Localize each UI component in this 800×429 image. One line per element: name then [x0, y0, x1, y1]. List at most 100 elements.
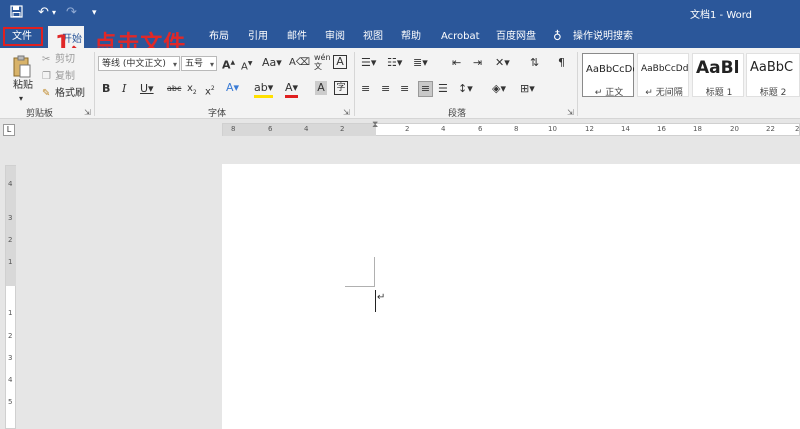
- tab-baidu[interactable]: 百度网盘: [496, 30, 536, 44]
- tab-layout[interactable]: 布局: [209, 30, 229, 44]
- file-tab-highlight: [3, 27, 43, 46]
- tab-selector[interactable]: L: [3, 124, 15, 136]
- character-border-icon[interactable]: A: [333, 55, 347, 69]
- align-center-icon[interactable]: ≡: [381, 82, 390, 96]
- increase-indent-icon[interactable]: ⇥: [473, 56, 482, 70]
- subscript-icon[interactable]: x2: [187, 82, 197, 100]
- enclose-characters-icon[interactable]: 字: [334, 81, 348, 95]
- bold-icon[interactable]: B: [102, 82, 110, 96]
- character-shading-icon[interactable]: A: [315, 81, 327, 95]
- paragraph-mark: ↵: [377, 292, 386, 303]
- document-title: 文档1 - Word: [690, 10, 753, 21]
- tab-help[interactable]: 帮助: [401, 30, 421, 44]
- ruler-tick: 14: [621, 125, 630, 133]
- vertical-ruler[interactable]: 4 3 2 1 1 2 3 4 5: [5, 165, 16, 429]
- format-painter-button[interactable]: 格式刷: [55, 88, 85, 100]
- font-color-icon[interactable]: A▾: [285, 81, 299, 98]
- paragraph-launcher-icon[interactable]: ⇲: [567, 108, 574, 117]
- style-normal[interactable]: AaBbCcDd ↵ 正文: [582, 53, 634, 98]
- font-size-value: 五号: [185, 59, 204, 69]
- copy-button[interactable]: 复制: [55, 71, 75, 83]
- tab-mailings[interactable]: 邮件: [287, 30, 307, 44]
- style-no-spacing[interactable]: AaBbCcDd ↵ 无间隔: [637, 53, 689, 98]
- change-case-icon[interactable]: Aa▾: [262, 56, 282, 70]
- paragraph-group-label: 段落: [448, 109, 467, 119]
- ruler-tick: 12: [585, 125, 594, 133]
- borders-icon[interactable]: ⊞▾: [520, 82, 535, 96]
- highlight-icon[interactable]: ab▾: [254, 81, 274, 98]
- line-spacing-icon[interactable]: ↕▾: [458, 82, 473, 96]
- align-left-icon[interactable]: ≡: [361, 82, 370, 96]
- ruler-tick: 2: [405, 125, 410, 133]
- clear-formatting-icon[interactable]: A⌫: [289, 56, 310, 70]
- margin-corner-mark: [345, 286, 375, 287]
- ruler-tick: 4: [304, 125, 309, 133]
- style-heading-1[interactable]: AaBl 标题 1: [692, 53, 744, 98]
- show-hide-marks-icon[interactable]: ¶: [558, 56, 565, 70]
- document-page[interactable]: [222, 164, 800, 429]
- tab-acrobat[interactable]: Acrobat: [441, 30, 480, 44]
- ruler-tick: 3: [8, 214, 13, 222]
- chinese-layout-icon[interactable]: ✕▾: [495, 56, 510, 70]
- ruler-tick: 10: [548, 125, 557, 133]
- ruler-tick: 4: [8, 180, 13, 188]
- justify-icon[interactable]: ≡: [418, 81, 433, 97]
- customize-quick-access-icon[interactable]: ▾: [92, 5, 97, 21]
- save-icon[interactable]: [10, 5, 23, 21]
- clipboard-launcher-icon[interactable]: ⇲: [84, 108, 91, 117]
- superscript-icon[interactable]: x2: [205, 82, 215, 99]
- tab-view[interactable]: 视图: [363, 30, 383, 44]
- cut-icon[interactable]: ✂: [42, 54, 50, 66]
- ruler-tick: 2: [340, 125, 345, 133]
- font-name-value: 等线 (中文正文): [102, 59, 166, 69]
- tab-review[interactable]: 审阅: [325, 30, 345, 44]
- font-name-combo[interactable]: 等线 (中文正文) ▾: [98, 56, 180, 71]
- redo-icon[interactable]: ↷: [66, 5, 77, 21]
- italic-icon[interactable]: I: [122, 82, 126, 96]
- multilevel-list-icon[interactable]: ≣▾: [413, 56, 428, 70]
- distributed-icon[interactable]: ☰: [438, 82, 448, 96]
- sort-icon[interactable]: ⇅: [530, 56, 539, 70]
- title-bar: ↶ ▾ ↷ ▾ 文档1 - Word: [0, 0, 800, 26]
- group-divider: [354, 52, 355, 116]
- underline-icon[interactable]: U▾: [140, 82, 154, 96]
- grow-font-icon[interactable]: A▲: [222, 56, 235, 73]
- cut-button[interactable]: 剪切: [55, 54, 75, 66]
- ruler-tick: 2: [8, 236, 13, 244]
- paste-dropdown-icon[interactable]: ▾: [19, 93, 23, 105]
- paste-button[interactable]: 粘贴: [13, 80, 33, 92]
- lightbulb-icon: ♁: [553, 29, 562, 43]
- font-size-combo[interactable]: 五号 ▾: [181, 56, 217, 71]
- strikethrough-icon[interactable]: abc: [167, 82, 181, 96]
- ruler-tick: 2: [8, 332, 13, 340]
- align-right-icon[interactable]: ≡: [400, 82, 409, 96]
- copy-icon[interactable]: ❐: [42, 71, 51, 83]
- bullets-icon[interactable]: ☰▾: [361, 56, 376, 70]
- ruler-tick: 24: [795, 125, 800, 133]
- text-effects-icon[interactable]: A▾: [226, 81, 239, 95]
- tab-references[interactable]: 引用: [248, 30, 268, 44]
- shrink-font-icon[interactable]: A▼: [241, 57, 252, 74]
- tell-me-search[interactable]: 操作说明搜索: [573, 30, 633, 44]
- horizontal-ruler[interactable]: 8 6 4 2 2 4 6 8 10 12 14 16 18 20 22 24 …: [222, 120, 800, 136]
- shading-icon[interactable]: ◈▾: [492, 82, 506, 96]
- font-launcher-icon[interactable]: ⇲: [343, 108, 350, 117]
- format-painter-icon[interactable]: ✎: [42, 88, 50, 100]
- ruler-tick: 6: [268, 125, 273, 133]
- undo-dropdown-icon[interactable]: ▾: [52, 5, 56, 21]
- style-name: ↵ 无间隔: [645, 88, 683, 98]
- undo-icon[interactable]: ↶: [38, 5, 49, 21]
- clipboard-group-label: 剪贴板: [26, 109, 54, 119]
- ruler-tick: 4: [8, 376, 13, 384]
- margin-corner-mark: [374, 257, 375, 286]
- style-heading-2[interactable]: AaBbC 标题 2: [746, 53, 800, 98]
- numbering-icon[interactable]: ☷▾: [387, 56, 402, 70]
- paste-icon[interactable]: [12, 55, 32, 83]
- indent-marker-icon[interactable]: ⧗: [372, 120, 378, 130]
- style-name: ↵ 正文: [594, 88, 624, 98]
- group-divider: [577, 52, 578, 116]
- decrease-indent-icon[interactable]: ⇤: [452, 56, 461, 70]
- ruler-margin: [223, 124, 376, 136]
- pinyin-guide-icon[interactable]: wén 文: [314, 53, 331, 71]
- text-cursor: [375, 290, 376, 312]
